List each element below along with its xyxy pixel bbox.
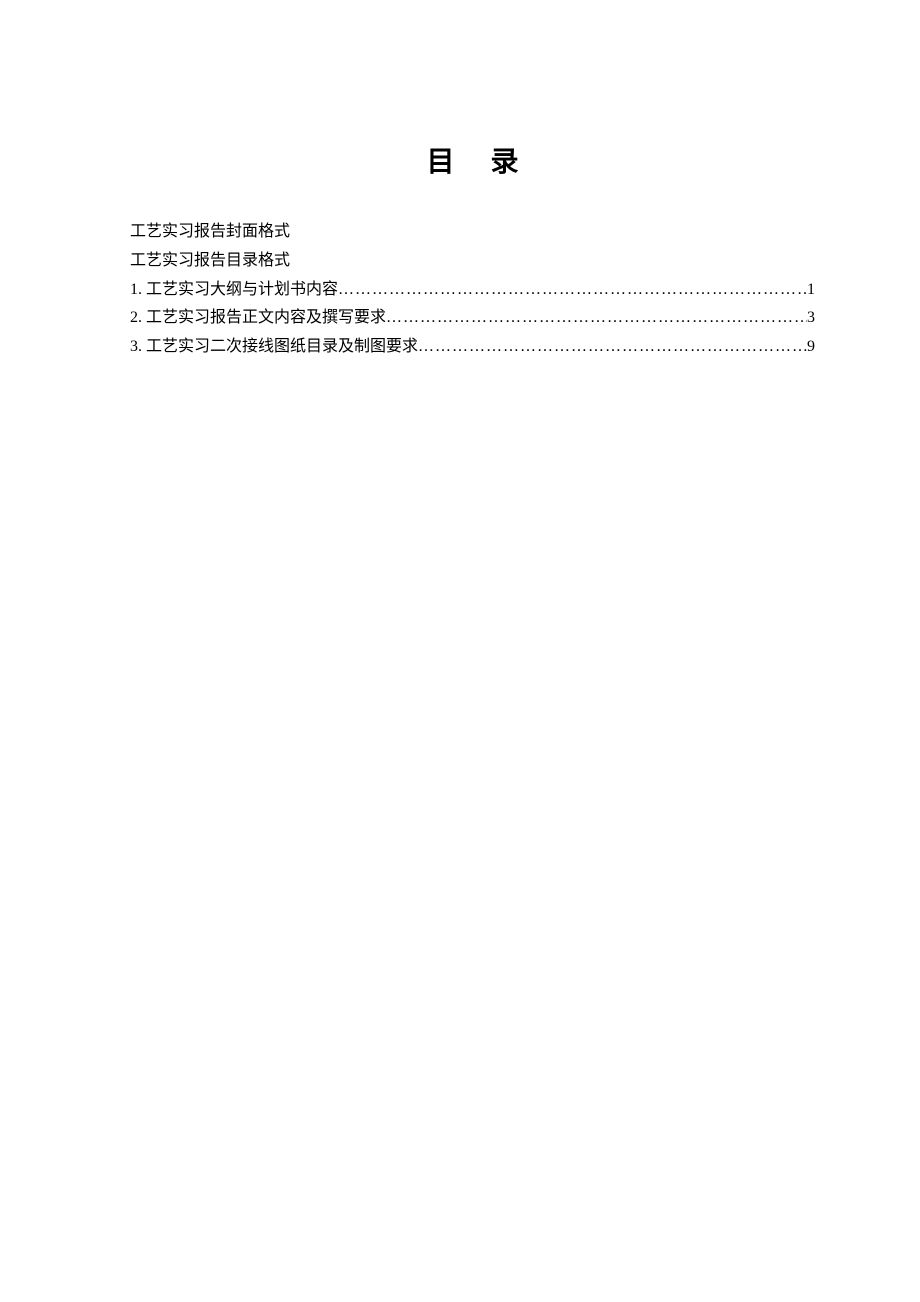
toc-simple-line: 工艺实习报告封面格式 [130,218,815,247]
toc-entry-label: 2. 工艺实习报告正文内容及撰写要求 [130,304,386,333]
page-title: 目录 [130,140,815,180]
toc-numbered-line: 1. 工艺实习大纲与计划书内容 1 [130,276,815,305]
toc-simple-line: 工艺实习报告目录格式 [130,247,815,276]
toc-leader-dots [338,276,807,305]
toc-entry-label: 1. 工艺实习大纲与计划书内容 [130,276,338,305]
toc-leader-dots [418,333,807,362]
toc-numbered-line: 3. 工艺实习二次接线图纸目录及制图要求 9 [130,333,815,362]
toc-entry-label: 3. 工艺实习二次接线图纸目录及制图要求 [130,333,418,362]
toc-container: 工艺实习报告封面格式 工艺实习报告目录格式 1. 工艺实习大纲与计划书内容 1 … [130,218,815,362]
toc-entry-page: 3 [807,304,815,333]
toc-entry-page: 1 [807,276,815,305]
toc-leader-dots [386,304,807,333]
toc-entry-page: 9 [807,333,815,362]
toc-numbered-line: 2. 工艺实习报告正文内容及撰写要求 3 [130,304,815,333]
